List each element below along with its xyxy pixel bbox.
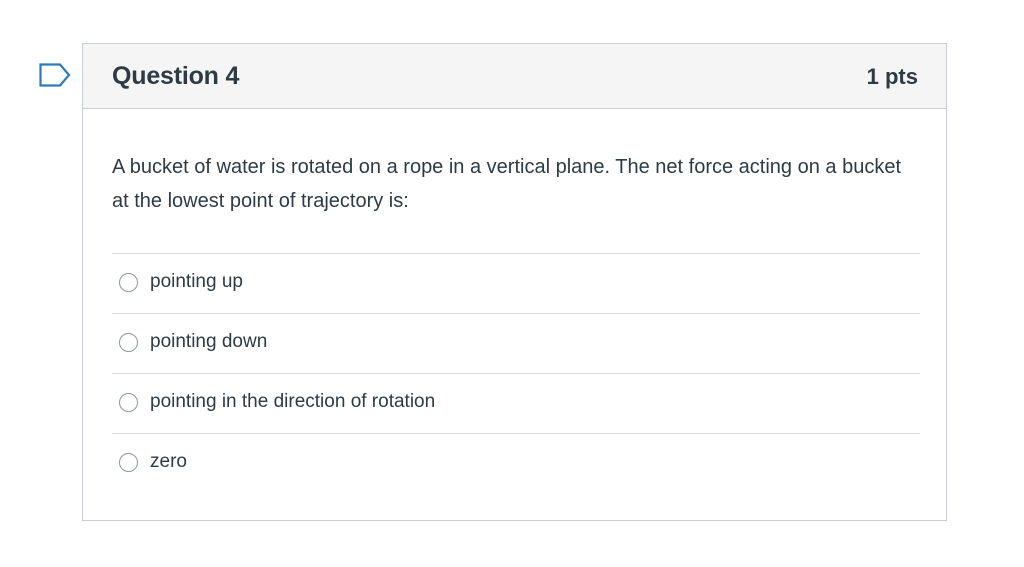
flag-question-icon[interactable] — [39, 63, 71, 87]
question-title: Question 4 — [112, 62, 240, 90]
answer-list: pointing up pointing down pointing in th… — [112, 253, 920, 493]
answer-option[interactable]: pointing down — [112, 313, 920, 373]
question-points: 1 pts — [866, 64, 918, 89]
question-header: Question 4 1 pts — [83, 44, 946, 109]
answer-label[interactable]: pointing in the direction of rotation — [150, 391, 435, 413]
radio-button-icon[interactable] — [119, 273, 138, 292]
answer-option[interactable]: pointing in the direction of rotation — [112, 373, 920, 433]
answer-option[interactable]: zero — [112, 433, 920, 493]
radio-button-icon[interactable] — [119, 393, 138, 412]
radio-button-icon[interactable] — [119, 333, 138, 352]
question-card: Question 4 1 pts A bucket of water is ro… — [82, 43, 947, 521]
radio-button-icon[interactable] — [119, 453, 138, 472]
answer-option[interactable]: pointing up — [112, 253, 920, 313]
question-text: A bucket of water is rotated on a rope i… — [112, 156, 901, 212]
answer-label[interactable]: zero — [150, 451, 187, 473]
answer-label[interactable]: pointing up — [150, 271, 243, 293]
answer-label[interactable]: pointing down — [150, 331, 267, 353]
